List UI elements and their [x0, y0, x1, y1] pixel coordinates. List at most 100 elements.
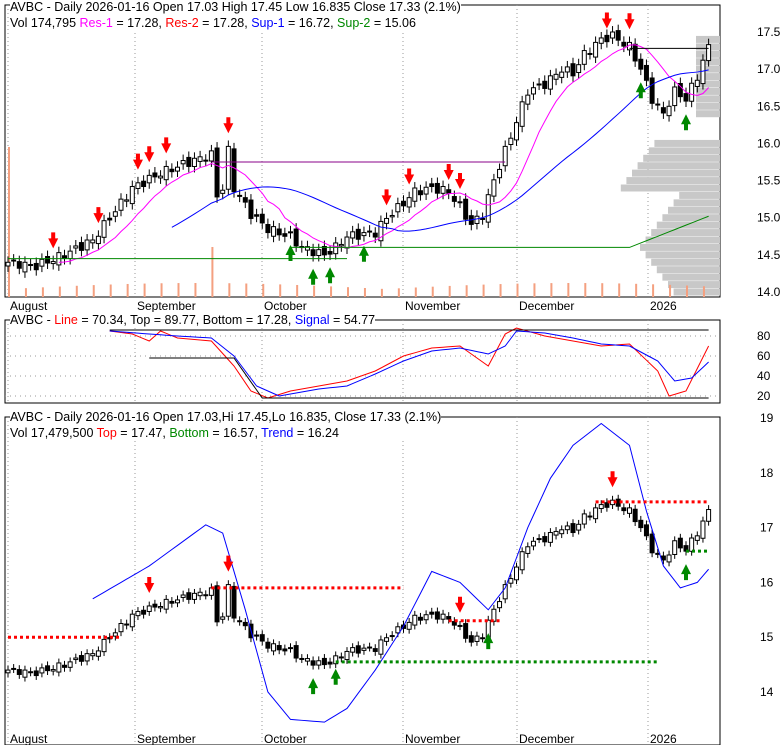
price-candle-body [655, 103, 661, 106]
price-candle-body [197, 156, 203, 162]
volume-bar [177, 283, 180, 297]
price-candle-body [553, 73, 559, 80]
trend-candle-body [158, 606, 164, 609]
x-tick-label: August [10, 732, 48, 745]
price-candle-body [389, 214, 395, 218]
price-candle-body [141, 180, 147, 188]
price-title: AVBC - Daily 2026-01-16 Open 17.03 High … [10, 0, 461, 14]
volume-bar [380, 288, 383, 297]
price-candle-body [22, 261, 28, 273]
volume-bar [584, 283, 587, 297]
price-candle-body [401, 200, 406, 207]
price-candle-body [344, 236, 350, 249]
trend-candle-body [259, 634, 265, 642]
price-panel-header: AVBC - Daily 2026-01-16 Open 17.03 High … [10, 0, 461, 31]
volume-bar [482, 284, 485, 297]
y-tick-label: 17 [760, 521, 774, 535]
trend-candle-body [632, 508, 638, 523]
price-candle-body [220, 189, 226, 194]
trend-candle-body [197, 591, 203, 597]
trend-candle-body [135, 610, 141, 617]
trend-candle-body [39, 667, 45, 674]
price-candle-body [203, 159, 209, 162]
price-candle-body [152, 172, 158, 178]
price-candle-body [208, 150, 214, 162]
volume-bar [448, 285, 451, 297]
volume-profile-bar [640, 243, 720, 251]
trend-candle-body [355, 645, 361, 654]
price-candle-body [338, 243, 344, 247]
price-candle-body [163, 165, 169, 181]
volume-bar [669, 284, 672, 297]
trend-candle-body [497, 601, 503, 609]
y-tick-label: 15.0 [757, 211, 780, 225]
volume-profile-bar [620, 184, 720, 192]
price-candle-body [78, 242, 84, 251]
sup1-value: = 16.72, [284, 16, 338, 30]
trend-candle-body [559, 529, 565, 535]
volume-bar [635, 283, 638, 297]
trend-candle-body [434, 611, 440, 620]
trend-candle-body [33, 670, 39, 677]
trend-candle-body [677, 537, 683, 549]
trend-candle-body [384, 637, 390, 642]
sell-arrow-icon [624, 13, 635, 30]
volume-profile-bar [648, 147, 720, 155]
trend-candle-body [146, 605, 152, 612]
buy-arrow-icon [325, 267, 336, 284]
volume-bar [431, 286, 434, 297]
price-candle-body [694, 79, 700, 87]
price-candle-body [101, 220, 107, 238]
trend-candle-body [5, 669, 11, 674]
volume-bar [41, 287, 44, 297]
x-tick-label: October [264, 732, 307, 745]
y-tick-label: 14.0 [757, 285, 780, 299]
trend-candle-body [265, 641, 271, 649]
price-candle-body [293, 228, 299, 247]
price-candle-body [502, 145, 508, 167]
volume-bar [618, 283, 621, 297]
trend-value: = 16.24 [293, 426, 339, 440]
volume-profile-bar [632, 169, 720, 177]
volume-bar [702, 286, 705, 297]
trend-candle-body [22, 669, 28, 678]
trend-candle-body [666, 554, 672, 563]
trend-candle-body [576, 523, 582, 531]
sup2-label: Sup-2 [337, 16, 371, 30]
price-candle-body [84, 239, 90, 251]
trend-line [92, 422, 709, 723]
volume-profile-bar [662, 273, 720, 281]
price-candle-body [451, 196, 457, 202]
volume-bar [245, 283, 248, 297]
sell-arrow-icon [48, 232, 59, 249]
volume-profile-bar [668, 206, 720, 214]
price-candle-body [706, 44, 712, 62]
volume-bar [126, 283, 129, 297]
x-tick-label: September [137, 299, 196, 313]
volume-bar [143, 283, 146, 297]
trend-volume: Vol 17,479,500 [10, 426, 97, 440]
trend-candle-body [593, 507, 599, 520]
sell-arrow-icon [381, 189, 392, 206]
volume-label: Vol 174,795 [10, 16, 77, 30]
volume-profile-bar [637, 162, 720, 170]
volume-profile-bar [696, 73, 720, 81]
trend-candle-body [429, 611, 435, 615]
trend-candle-body [95, 650, 101, 657]
price-candle-body [214, 147, 220, 198]
price-candle-body [316, 249, 322, 257]
price-candle-body [107, 217, 113, 221]
trend-candle-body [129, 613, 135, 628]
price-candle-body [429, 183, 435, 188]
buy-arrow-icon [681, 564, 691, 581]
volume-profile-bar [673, 288, 720, 296]
price-candle-body [700, 59, 706, 85]
price-candle-body [440, 186, 446, 194]
price-candle-body [497, 168, 503, 179]
trend-candle-body [220, 616, 226, 620]
trend-candle-body [367, 646, 373, 649]
trend-candle-body [406, 621, 412, 630]
price-candle-body [124, 199, 130, 202]
price-candle-body [525, 94, 531, 105]
trend-candle-body [440, 613, 446, 620]
